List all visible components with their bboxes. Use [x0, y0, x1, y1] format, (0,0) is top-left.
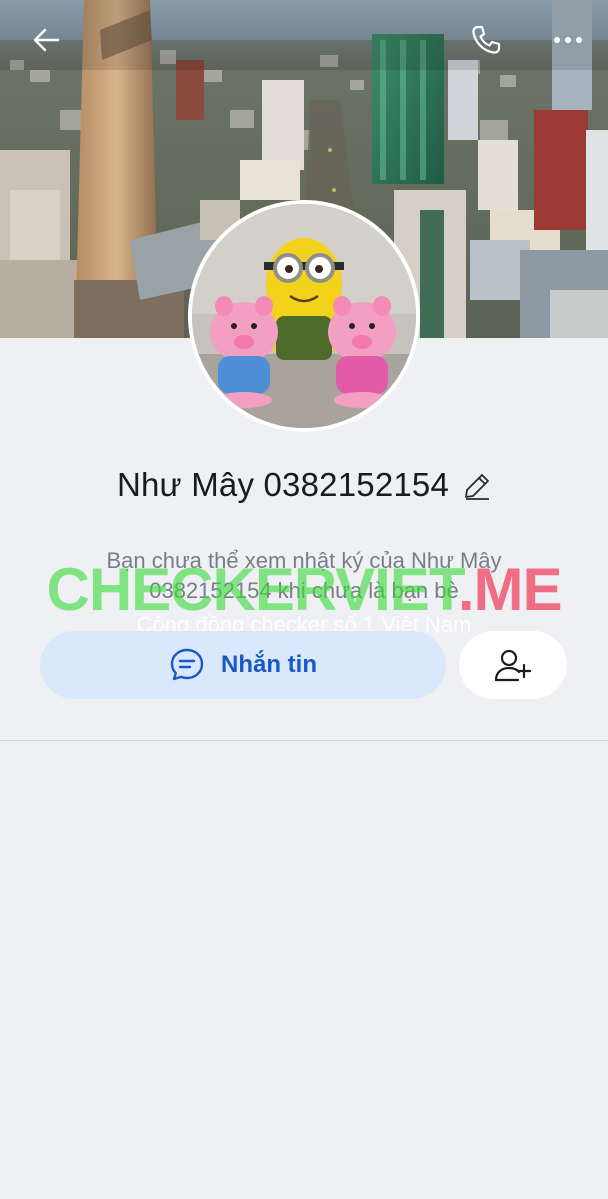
top-bar	[0, 0, 608, 80]
avatar-toys-image	[192, 204, 416, 428]
section-divider	[0, 740, 608, 741]
pencil-icon	[465, 474, 490, 500]
call-button[interactable]	[464, 18, 508, 62]
user-plus-icon	[494, 649, 532, 682]
add-friend-button[interactable]	[459, 631, 567, 699]
profile-page: Như Mây 0382152154 Bạn chưa thể xem nhật…	[0, 0, 608, 1199]
avatar[interactable]	[192, 204, 416, 428]
chat-bubble-icon	[170, 648, 204, 681]
edit-name-button[interactable]	[463, 472, 491, 500]
arrow-left-icon	[33, 28, 60, 52]
phone-icon	[472, 25, 501, 54]
back-button[interactable]	[24, 18, 68, 62]
diary-locked-notice: Bạn chưa thể xem nhật ký của Như Mây 038…	[106, 548, 502, 603]
message-button-label: Nhắn tin	[221, 651, 317, 678]
profile-name: Như Mây 0382152154	[116, 466, 450, 503]
message-button[interactable]: Nhắn tin	[40, 631, 446, 699]
profile-name-row: Như Mây 0382152154	[0, 462, 608, 508]
more-button[interactable]	[546, 18, 590, 62]
more-horizontal-icon	[554, 37, 582, 43]
